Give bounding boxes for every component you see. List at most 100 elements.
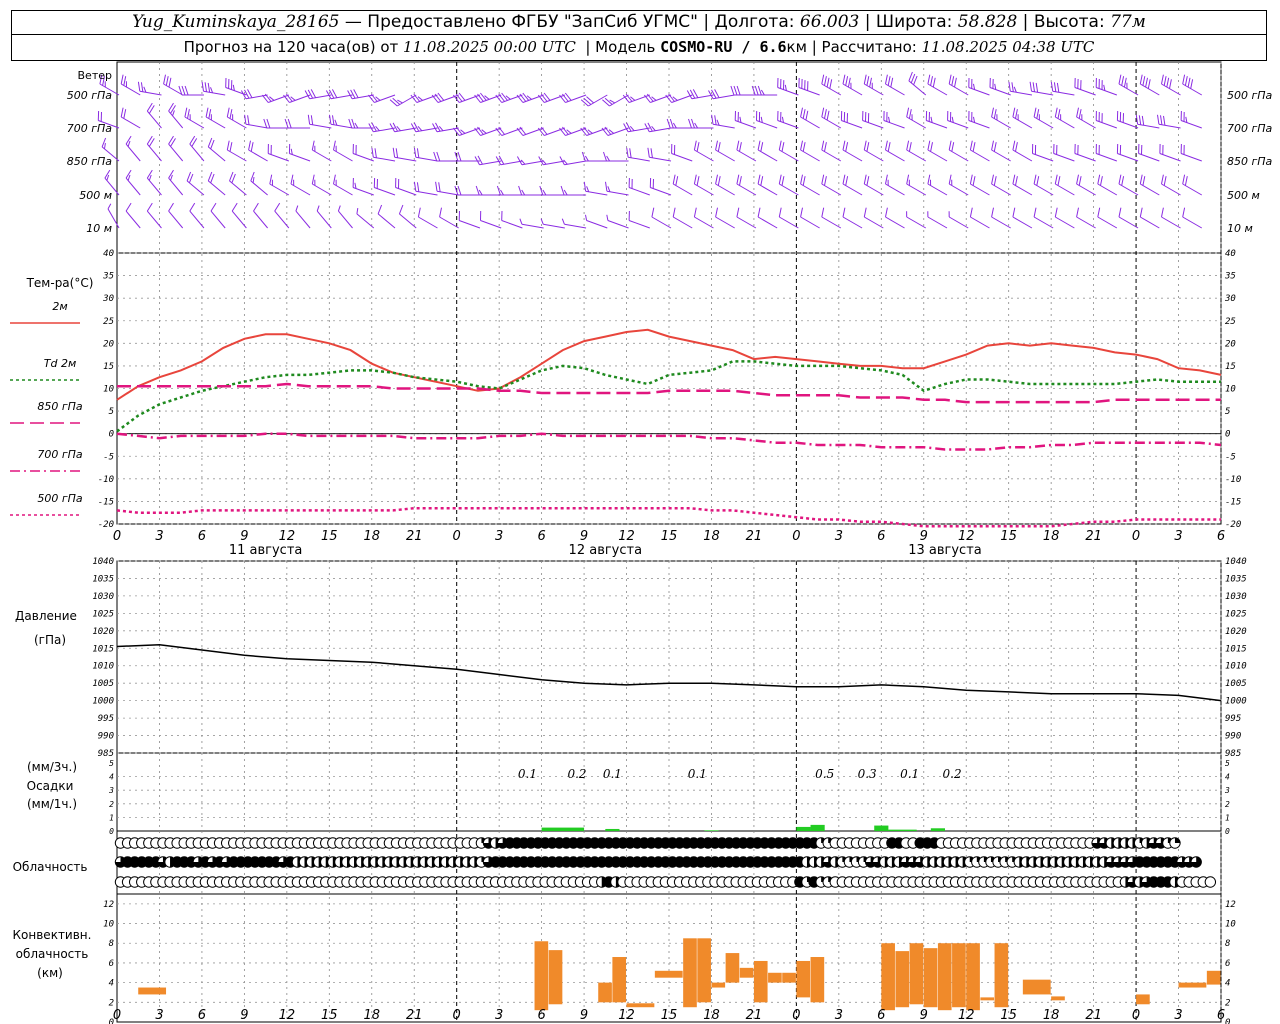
wind-barb-staff bbox=[821, 116, 842, 129]
wind-barb-flag bbox=[1013, 86, 1017, 93]
wind-barb-flag bbox=[1076, 174, 1079, 185]
wind-barb-flag bbox=[148, 174, 152, 181]
wind-barb-flag bbox=[120, 107, 124, 118]
wind-barb bbox=[1054, 174, 1075, 196]
wind-barb bbox=[1012, 207, 1033, 229]
wind-barb-staff bbox=[609, 94, 629, 107]
wind-barb bbox=[125, 169, 141, 196]
wind-barb bbox=[863, 140, 884, 162]
wind-barb-flag bbox=[104, 169, 111, 179]
wind-barb-staff bbox=[779, 149, 799, 162]
wind-barb-staff bbox=[1076, 183, 1096, 196]
wind-barb-flag bbox=[821, 74, 825, 85]
wind-barb bbox=[561, 218, 587, 229]
x-tick-upper: 12 bbox=[958, 529, 975, 544]
wind-barb-staff bbox=[309, 123, 332, 129]
x-tick-lower: 21 bbox=[1085, 1008, 1102, 1023]
wind-barb bbox=[757, 140, 778, 162]
wind-barb-staff bbox=[970, 149, 990, 162]
wind-barb-flag bbox=[123, 76, 127, 86]
wind-barb-flag bbox=[127, 174, 131, 181]
wind-barb-flag bbox=[908, 71, 913, 82]
wind-barb bbox=[168, 135, 184, 162]
wind-barb bbox=[863, 207, 884, 229]
wind-barb bbox=[736, 174, 757, 196]
wind-barb-flag bbox=[226, 107, 230, 118]
wind-barb-flag bbox=[906, 107, 910, 118]
wind-barb bbox=[800, 174, 820, 196]
wind-barb-staff bbox=[1012, 149, 1033, 162]
wind-barb-flag bbox=[207, 137, 213, 148]
wind-barb-staff bbox=[1140, 183, 1160, 196]
wind-barb-flag bbox=[908, 142, 912, 152]
wind-barb-staff bbox=[125, 210, 141, 229]
wind-barb-flag bbox=[736, 207, 740, 218]
wind-barb bbox=[968, 77, 990, 96]
wind-barb bbox=[431, 92, 459, 103]
wind-barb-flag bbox=[781, 176, 785, 186]
temp-ytick-left: -10 bbox=[98, 475, 114, 485]
wind-barb-staff bbox=[777, 120, 799, 129]
conv-bar bbox=[994, 943, 1009, 1008]
wind-barb-flag bbox=[826, 110, 830, 121]
wind-barb-flag bbox=[826, 77, 830, 88]
wind-barb bbox=[708, 89, 735, 100]
wind-barb-flag bbox=[1015, 109, 1018, 119]
wind-barb-flag bbox=[802, 109, 806, 119]
x-tick-lower: 3 bbox=[155, 1008, 163, 1023]
wind-barb-flag bbox=[845, 176, 849, 186]
wind-barb-staff bbox=[1032, 153, 1054, 162]
wind-barb-flag bbox=[263, 118, 268, 129]
wind-barb bbox=[734, 110, 757, 129]
x-tick-upper: 15 bbox=[321, 529, 338, 544]
wind-barb-flag bbox=[1050, 81, 1054, 92]
wind-barb bbox=[1074, 77, 1096, 96]
wind-barb-staff bbox=[146, 110, 162, 129]
pres-ytick-right: 1025 bbox=[1225, 609, 1247, 619]
wind-barb bbox=[968, 110, 990, 129]
conv-bar bbox=[612, 957, 627, 1003]
wind-barb-flag bbox=[1139, 74, 1143, 85]
temp-ytick-right: -5 bbox=[1225, 452, 1236, 462]
wind-barb bbox=[623, 122, 650, 133]
wind-barb-flag bbox=[951, 142, 955, 152]
conv-bar bbox=[881, 943, 895, 1011]
wind-barb bbox=[168, 102, 184, 129]
wind-barb-flag bbox=[675, 176, 679, 186]
wind-barb-flag bbox=[930, 76, 933, 86]
wind-barb-flag bbox=[201, 81, 204, 92]
wind-barb-flag bbox=[688, 118, 692, 129]
wind-barb-flag bbox=[226, 140, 230, 151]
conv-bar bbox=[909, 943, 924, 1005]
x-tick-upper: 9 bbox=[240, 529, 248, 544]
wind-barb-staff bbox=[309, 94, 332, 100]
wind-barb-flag bbox=[1184, 76, 1188, 86]
wind-barb-staff bbox=[864, 83, 884, 96]
wind-barb-flag bbox=[991, 174, 994, 185]
wind-barb-flag bbox=[821, 207, 825, 218]
temp-ytick-right: 35 bbox=[1224, 272, 1236, 282]
temp-ytick-right: 5 bbox=[1225, 407, 1230, 417]
wind-barb bbox=[798, 77, 820, 96]
wind-barb-staff bbox=[184, 116, 205, 129]
wind-barb-flag bbox=[927, 74, 931, 85]
wind-barb-staff bbox=[436, 190, 459, 196]
wind-barb bbox=[863, 174, 884, 196]
wind-barb-flag bbox=[332, 115, 335, 125]
temp-ytick-right: 15 bbox=[1225, 362, 1236, 372]
wind-barb-flag bbox=[583, 181, 587, 192]
wind-barb bbox=[863, 74, 884, 96]
wind-barb bbox=[1097, 207, 1118, 229]
wind-barb bbox=[908, 71, 927, 96]
pres-ytick-right: 1010 bbox=[1225, 662, 1247, 672]
wind-barb-flag bbox=[887, 76, 891, 86]
wind-barb bbox=[537, 92, 566, 103]
x-tick-upper: 18 bbox=[703, 529, 720, 544]
wind-barb-flag bbox=[229, 171, 234, 182]
wind-barb bbox=[1012, 140, 1033, 162]
wind-barb bbox=[757, 174, 778, 196]
wind-barb-flag bbox=[781, 142, 785, 152]
wind-barb-flag bbox=[885, 174, 888, 185]
wind-barb bbox=[226, 140, 247, 162]
wind-barb bbox=[284, 118, 311, 129]
